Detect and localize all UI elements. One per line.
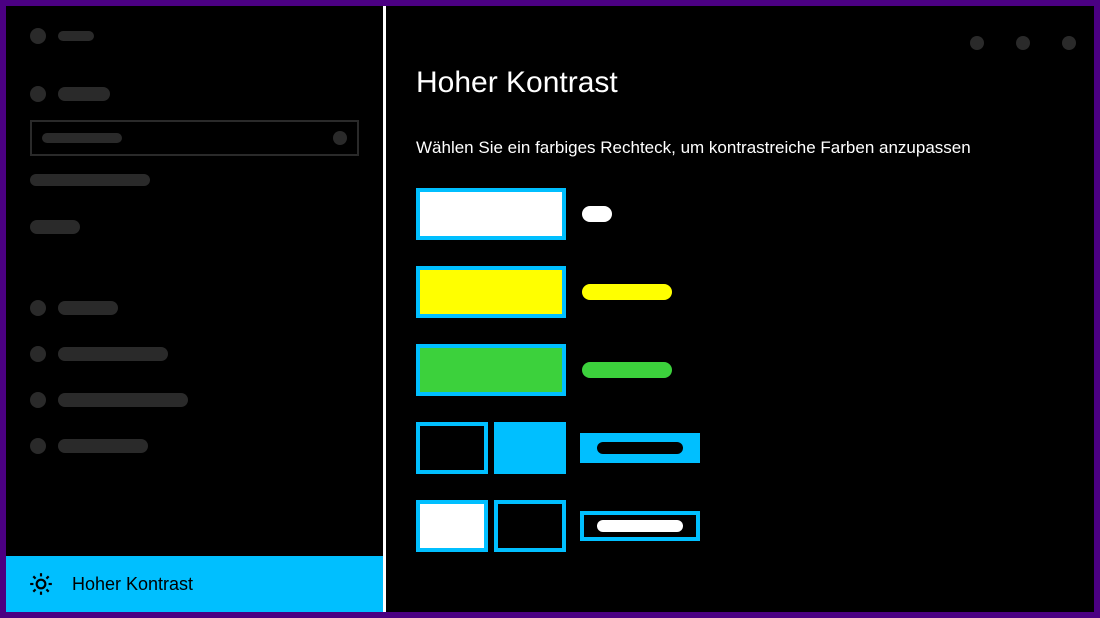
color-swatch[interactable] (416, 344, 566, 396)
search-input[interactable] (30, 120, 359, 156)
page-subtitle: Wählen Sie ein farbiges Rechteck, um kon… (416, 138, 1094, 158)
swatch-label-placeholder (582, 362, 672, 378)
sidebar: Hoher Kontrast (6, 6, 386, 612)
sidebar-item-placeholder[interactable] (30, 438, 359, 454)
sidebar-item-label: Hoher Kontrast (72, 574, 193, 595)
color-swatch-row (416, 266, 1094, 318)
color-swatch[interactable] (494, 422, 566, 474)
sidebar-item-placeholder[interactable] (30, 346, 359, 362)
swatch-label-placeholder (580, 511, 700, 541)
swatch-list (416, 188, 1094, 552)
search-icon (333, 131, 347, 145)
main-content: Hoher Kontrast Wählen Sie ein farbiges R… (386, 6, 1094, 612)
window-controls[interactable] (970, 36, 1076, 50)
color-swatch-row (416, 422, 1094, 474)
color-swatch[interactable] (416, 188, 566, 240)
sidebar-item-placeholder[interactable] (30, 300, 359, 316)
color-swatch[interactable] (494, 500, 566, 552)
color-swatch-row (416, 344, 1094, 396)
brightness-icon (28, 571, 54, 597)
sidebar-item-placeholder[interactable] (30, 392, 359, 408)
swatch-label-placeholder (582, 284, 672, 300)
maximize-icon[interactable] (1016, 36, 1030, 50)
sidebar-item-placeholder[interactable] (30, 220, 359, 234)
minimize-icon[interactable] (970, 36, 984, 50)
color-swatch-row (416, 500, 1094, 552)
swatch-label-placeholder (582, 206, 612, 222)
color-swatch[interactable] (416, 422, 488, 474)
color-swatch[interactable] (416, 266, 566, 318)
sidebar-item-hoher-kontrast[interactable]: Hoher Kontrast (6, 556, 383, 612)
sidebar-section-label-placeholder (30, 174, 150, 186)
color-swatch-row (416, 188, 1094, 240)
sidebar-home-placeholder[interactable] (30, 86, 359, 102)
color-swatch[interactable] (416, 500, 488, 552)
page-title: Hoher Kontrast (416, 66, 1094, 100)
close-icon[interactable] (1062, 36, 1076, 50)
sidebar-header-placeholder (30, 28, 359, 44)
swatch-label-placeholder (580, 433, 700, 463)
